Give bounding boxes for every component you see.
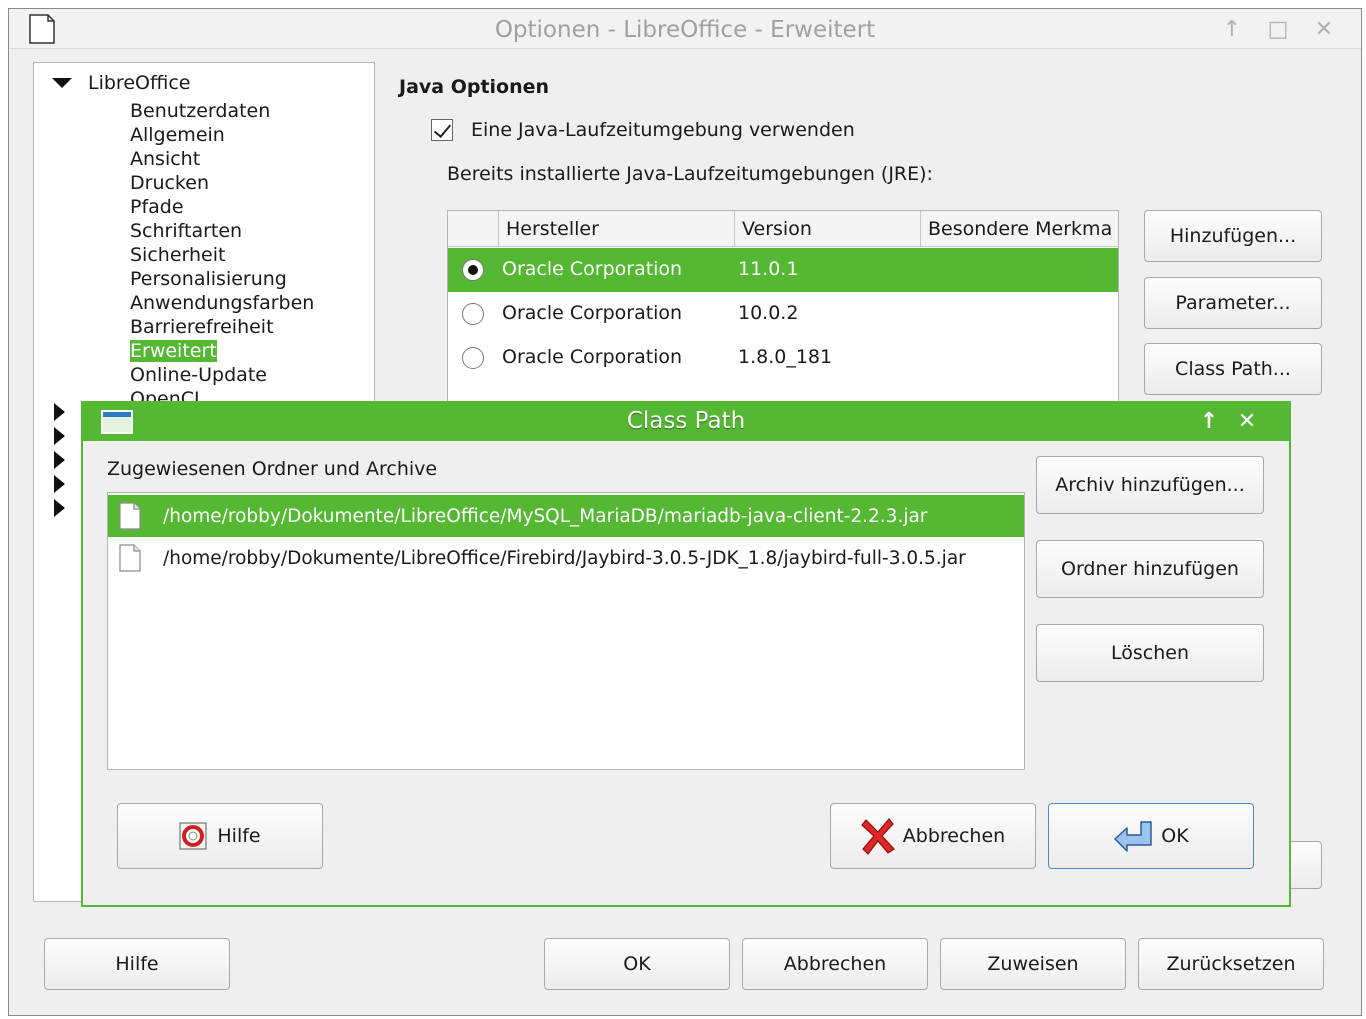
dialog-help-label: Hilfe: [217, 825, 261, 847]
dialog-help-button[interactable]: Hilfe: [117, 803, 323, 869]
cancel-x-icon: [860, 818, 895, 855]
add-folder-button[interactable]: Ordner hinzufügen: [1036, 540, 1264, 598]
cancel-button[interactable]: Abbrechen: [742, 938, 928, 990]
jre-version: 10.0.2: [738, 302, 799, 324]
jre-row[interactable]: Oracle Corporation 10.0.2: [448, 292, 1118, 336]
jre-version: 11.0.1: [738, 258, 799, 280]
keep-above-icon[interactable]: ↑: [1195, 408, 1223, 436]
class-path-button[interactable]: Class Path...: [1144, 343, 1322, 395]
tree-item-barrierefreiheit[interactable]: Barrierefreiheit: [130, 315, 314, 339]
add-archive-button[interactable]: Archiv hinzufügen...: [1036, 456, 1264, 514]
keep-above-icon[interactable]: ↑: [1219, 17, 1245, 43]
collapsed-triangle-icon[interactable]: [54, 403, 65, 421]
collapsed-triangle-icon[interactable]: [54, 499, 65, 517]
tree-node-libreoffice[interactable]: LibreOffice: [52, 71, 190, 95]
assigned-folders-label: Zugewiesenen Ordner und Archive: [107, 458, 438, 480]
jre-radio[interactable]: [462, 259, 484, 281]
window-title: Optionen - LibreOffice - Erweitert: [494, 17, 876, 43]
list-item[interactable]: /home/robby/Dokumente/LibreOffice/Firebi…: [108, 537, 1024, 579]
tree-item-personalisierung[interactable]: Personalisierung: [130, 267, 314, 291]
dialog-cancel-button[interactable]: Abbrechen: [830, 803, 1036, 869]
reset-button[interactable]: Zurücksetzen: [1138, 938, 1324, 990]
jre-row[interactable]: Oracle Corporation 1.8.0_181: [448, 336, 1118, 380]
window-titlebar: Optionen - LibreOffice - Erweitert ↑ □ ✕: [9, 9, 1361, 49]
file-icon: [119, 544, 141, 572]
class-path-list[interactable]: /home/robby/Dokumente/LibreOffice/MySQL_…: [107, 492, 1025, 770]
tree-children: Benutzerdaten Allgemein Ansicht Drucken …: [130, 99, 314, 411]
add-jre-button[interactable]: Hinzufügen...: [1144, 210, 1322, 262]
enter-arrow-icon: [1114, 821, 1153, 852]
file-icon: [119, 502, 141, 530]
jre-table-header: Hersteller Version Besondere Merkma: [448, 211, 1118, 247]
jre-version: 1.8.0_181: [738, 346, 833, 368]
dialog-titlebar: Class Path ↑ ✕: [83, 403, 1289, 441]
installed-jre-label: Bereits installierte Java-Laufzeitumgebu…: [447, 163, 933, 185]
use-jre-label: Eine Java-Laufzeitumgebung verwenden: [471, 119, 855, 141]
use-jre-checkbox[interactable]: [431, 119, 453, 141]
file-path: /home/robby/Dokumente/LibreOffice/Firebi…: [163, 547, 966, 569]
jre-radio[interactable]: [462, 303, 484, 325]
tree-item-allgemein[interactable]: Allgemein: [130, 123, 314, 147]
class-path-dialog: Class Path ↑ ✕ Zugewiesenen Ordner und A…: [81, 401, 1291, 907]
collapsed-triangle-icon[interactable]: [54, 475, 65, 493]
parameters-button[interactable]: Parameter...: [1144, 277, 1322, 329]
jre-radio[interactable]: [462, 347, 484, 369]
apply-button[interactable]: Zuweisen: [940, 938, 1126, 990]
collapsed-triangle-icon[interactable]: [54, 427, 65, 445]
dialog-ok-label: OK: [1161, 825, 1189, 847]
expanded-triangle-icon[interactable]: [52, 78, 72, 88]
dialog-close-icon[interactable]: ✕: [1233, 408, 1261, 436]
help-lifebuoy-icon: [179, 822, 207, 850]
column-header-version[interactable]: Version: [734, 211, 920, 247]
jre-vendor: Oracle Corporation: [502, 302, 683, 324]
java-options-heading: Java Optionen: [399, 76, 550, 98]
dialog-cancel-label: Abbrechen: [902, 825, 1006, 847]
jre-vendor: Oracle Corporation: [502, 346, 683, 368]
tree-item-benutzerdaten[interactable]: Benutzerdaten: [130, 99, 314, 123]
tree-item-pfade[interactable]: Pfade: [130, 195, 314, 219]
jre-vendor: Oracle Corporation: [502, 258, 683, 280]
help-button[interactable]: Hilfe: [44, 938, 230, 990]
column-header-features[interactable]: Besondere Merkma: [920, 211, 1118, 247]
jre-row[interactable]: Oracle Corporation 11.0.1: [448, 248, 1118, 292]
tree-item-ansicht[interactable]: Ansicht: [130, 147, 314, 171]
tree-item-online-update[interactable]: Online-Update: [130, 363, 314, 387]
maximize-icon[interactable]: □: [1265, 17, 1291, 43]
tree-item-schriftarten[interactable]: Schriftarten: [130, 219, 314, 243]
dialog-title: Class Path: [626, 408, 746, 434]
ok-button[interactable]: OK: [544, 938, 730, 990]
tree-item-sicherheit[interactable]: Sicherheit: [130, 243, 314, 267]
use-jre-option[interactable]: Eine Java-Laufzeitumgebung verwenden: [431, 119, 855, 141]
column-header-vendor[interactable]: Hersteller: [498, 211, 734, 247]
tree-item-anwendungsfarben[interactable]: Anwendungsfarben: [130, 291, 314, 315]
list-item[interactable]: /home/robby/Dokumente/LibreOffice/MySQL_…: [108, 495, 1024, 537]
tree-item-erweitert[interactable]: Erweitert: [130, 339, 314, 363]
file-path: /home/robby/Dokumente/LibreOffice/MySQL_…: [163, 505, 928, 527]
delete-button[interactable]: Löschen: [1036, 624, 1264, 682]
dialog-ok-button[interactable]: OK: [1048, 803, 1254, 869]
tree-item-drucken[interactable]: Drucken: [130, 171, 314, 195]
tree-node-label: LibreOffice: [88, 72, 191, 94]
close-icon[interactable]: ✕: [1311, 17, 1337, 43]
collapsed-triangle-icon[interactable]: [54, 451, 65, 469]
